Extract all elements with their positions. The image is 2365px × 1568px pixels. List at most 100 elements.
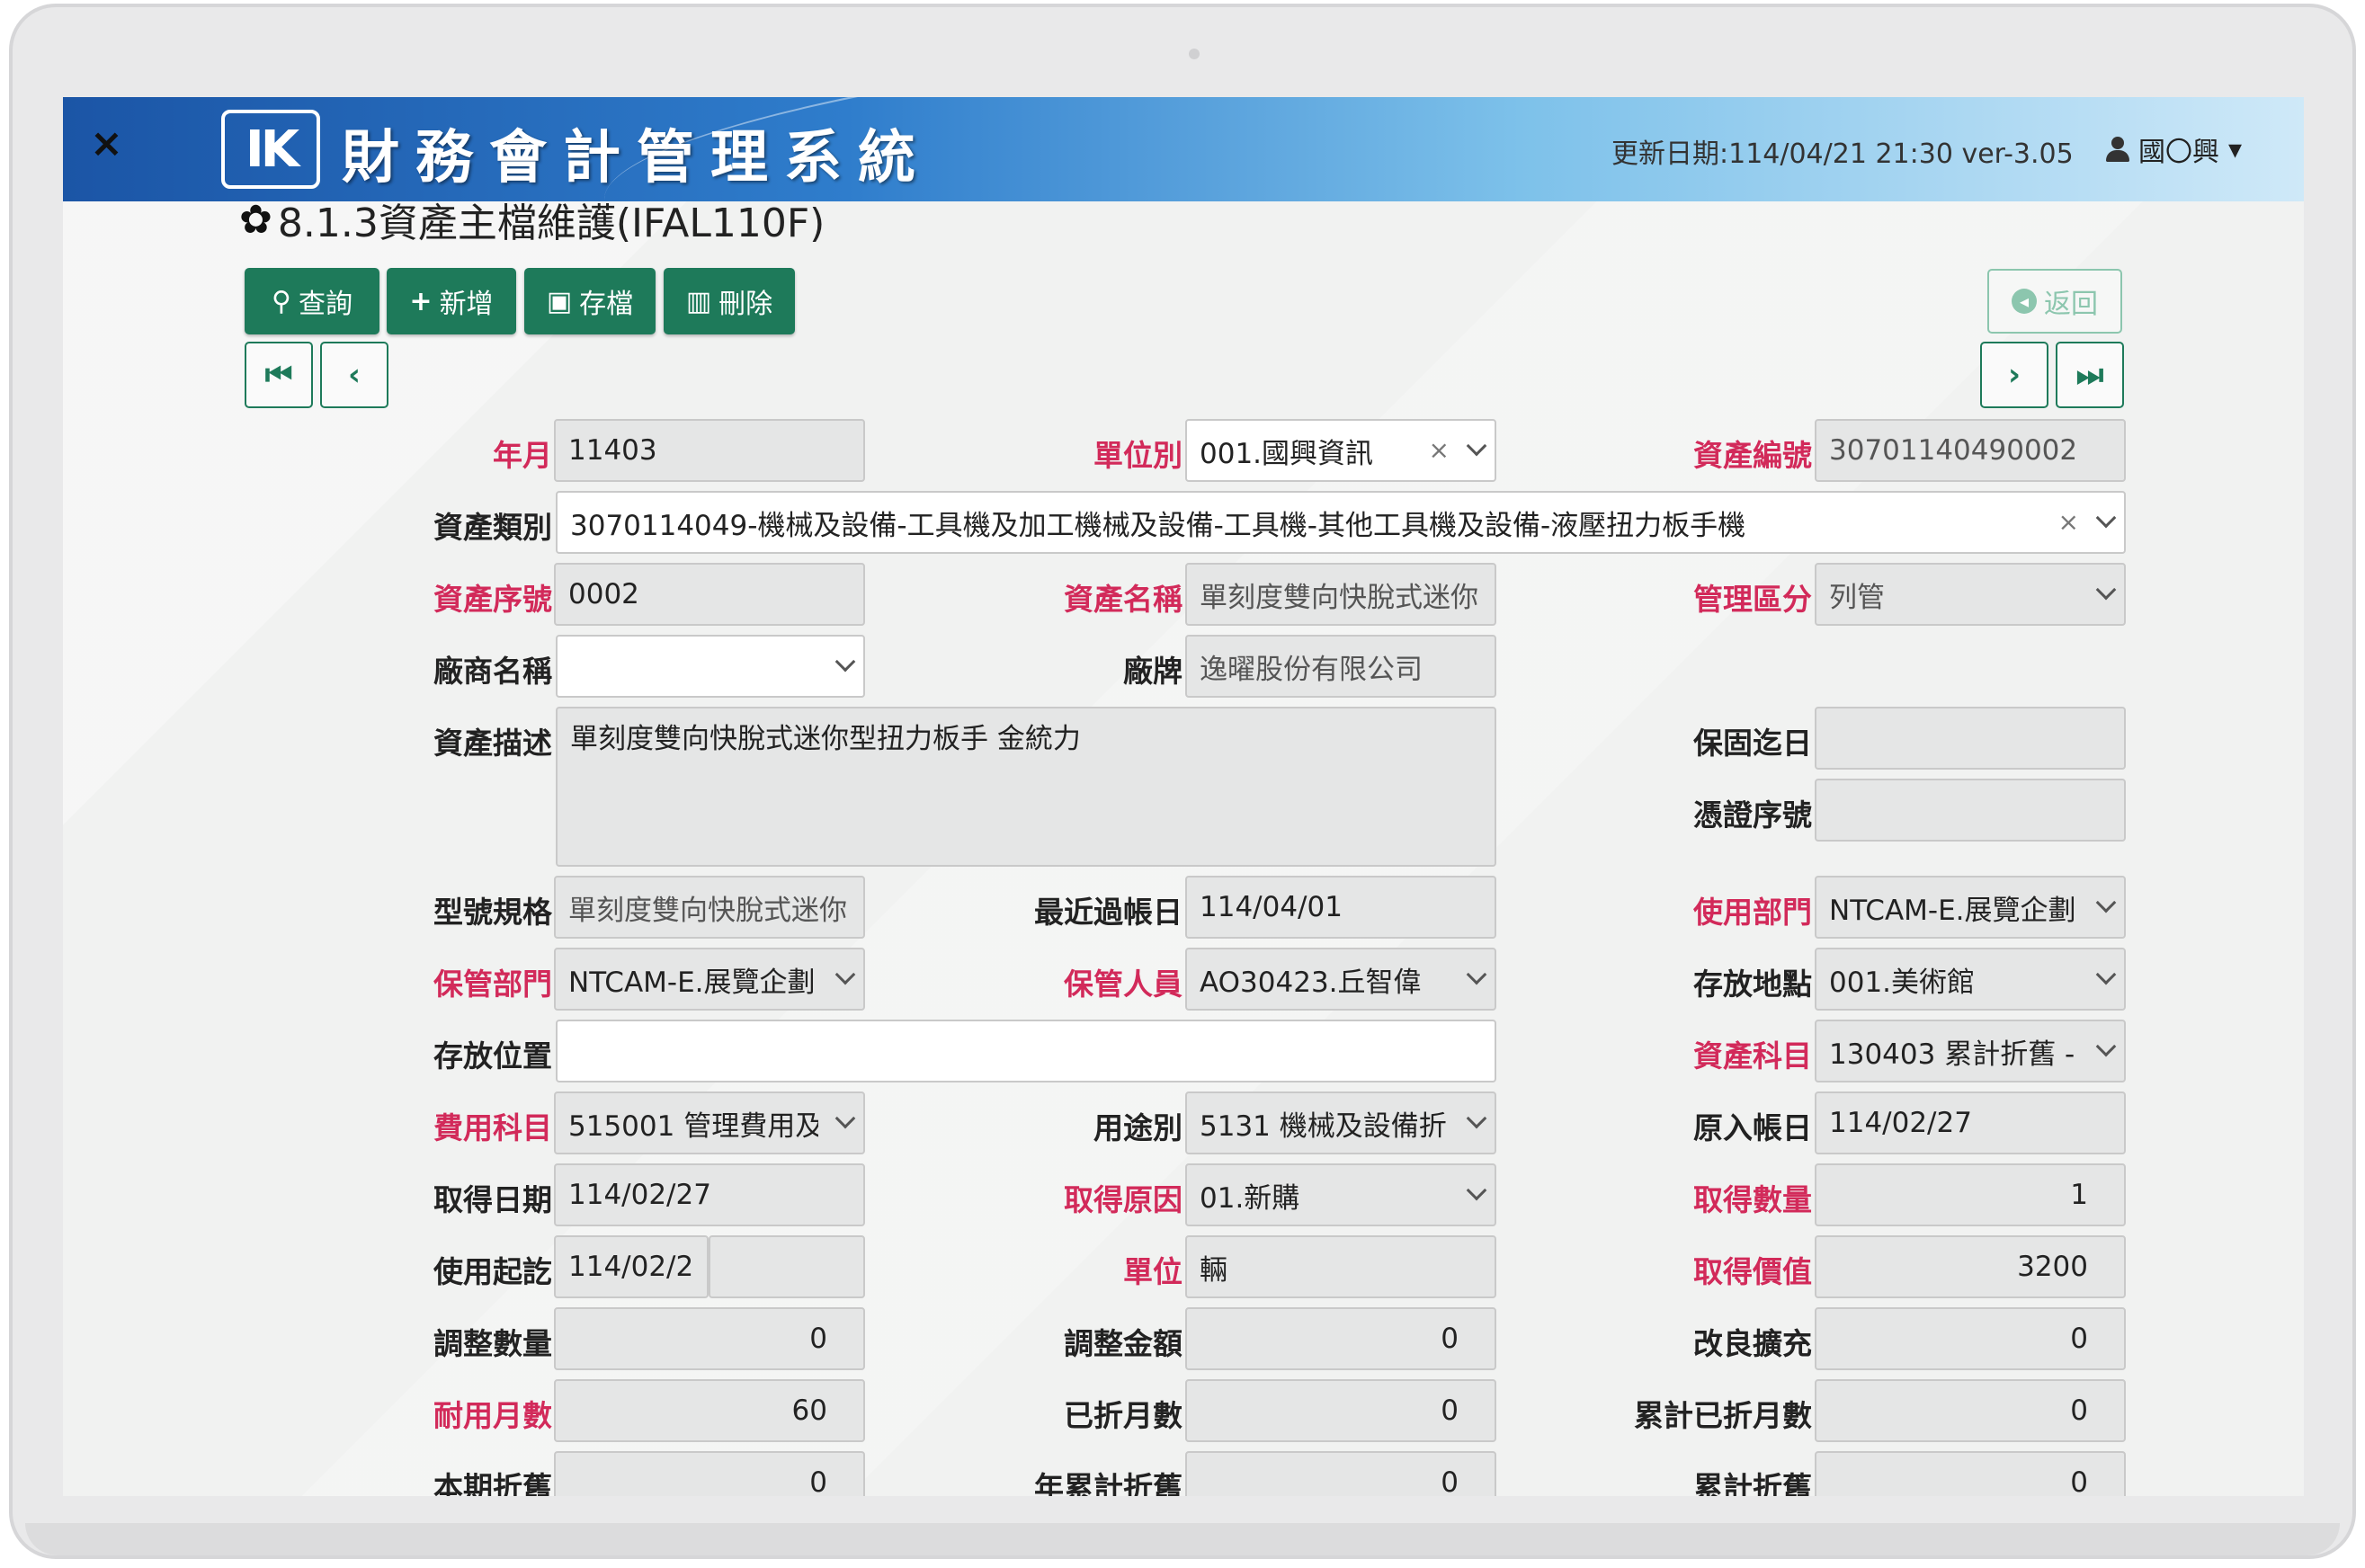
prev-record-button[interactable]: ‹	[320, 342, 388, 408]
location-field[interactable]	[556, 1020, 1496, 1082]
add-label: 新增	[439, 289, 494, 320]
voucher-field[interactable]	[1815, 779, 2126, 842]
chevron-down-icon	[1466, 1108, 1487, 1129]
close-icon[interactable]: ×	[90, 120, 123, 166]
name-field[interactable]: 單刻度雙向快脫式迷你	[1185, 563, 1496, 626]
use-dept-label: 使用部門	[1693, 895, 1812, 930]
acq-value-field[interactable]: 3200	[1815, 1235, 2126, 1298]
chevron-down-icon	[834, 964, 856, 985]
clear-icon[interactable]: ×	[2058, 507, 2079, 537]
vendor-select[interactable]	[556, 635, 865, 698]
life-field[interactable]: 60	[554, 1379, 865, 1442]
acq-qty-label: 取得數量	[1693, 1182, 1812, 1217]
laptop-bottom	[25, 1523, 2340, 1555]
last-record-button[interactable]: ⏭	[2056, 342, 2124, 408]
keep-dept-label: 保管部門	[433, 967, 552, 1002]
usage-select[interactable]: 5131 機械及設備折	[1185, 1091, 1496, 1154]
chevron-left-icon: ‹	[347, 357, 361, 393]
dep-months-label: 已折月數	[1064, 1398, 1182, 1433]
seq-field[interactable]: 0002	[554, 563, 865, 626]
warranty-label: 保固迄日	[1693, 726, 1812, 761]
voucher-label: 憑證序號	[1693, 797, 1812, 833]
asset-no-field[interactable]: 30701140490002	[1815, 419, 2126, 482]
desc-textarea[interactable]: 單刻度雙向快脫式迷你型扭力板手 金統力	[556, 707, 1496, 867]
storage-select[interactable]: 001.美術館	[1815, 948, 2126, 1011]
page-title-text: 8.1.3資產主檔維護(IFAL110F)	[277, 200, 826, 246]
improve-label: 改良擴充	[1693, 1326, 1812, 1361]
plus-icon: +	[409, 285, 433, 317]
camera-dot	[1189, 49, 1200, 59]
adj-amt-field[interactable]: 0	[1185, 1307, 1496, 1370]
ytd-dep-label: 年累計折舊	[1034, 1470, 1182, 1496]
save-button[interactable]: ▣ 存檔	[524, 268, 656, 334]
update-info: 更新日期:114/04/21 21:30 ver-3.05	[1611, 138, 2074, 170]
acq-qty-field[interactable]: 1	[1815, 1163, 2126, 1226]
user-icon	[2106, 137, 2129, 162]
caret-down-icon: ▾	[2228, 133, 2243, 165]
acc-dep-field[interactable]: 0	[1815, 1451, 2126, 1496]
use-end-field[interactable]	[709, 1235, 865, 1298]
uom-field[interactable]: 輛	[1185, 1235, 1496, 1298]
period-dep-label: 本期折舊	[433, 1470, 552, 1496]
asset-no-label: 資產編號	[1693, 438, 1812, 473]
uom-label: 單位	[1123, 1254, 1182, 1289]
next-record-button[interactable]: ›	[1980, 342, 2048, 408]
location-label: 存放位置	[433, 1038, 552, 1074]
acc-dep-months-label: 累計已折月數	[1634, 1398, 1812, 1433]
life-label: 耐用月數	[433, 1398, 552, 1433]
expense-acct-select[interactable]: 515001 管理費用及	[554, 1091, 865, 1154]
first-record-button[interactable]: ⏮	[245, 342, 313, 408]
unit-select[interactable]: 001.國興資訊 ×	[1185, 419, 1496, 482]
warranty-field[interactable]	[1815, 707, 2126, 770]
brand-field[interactable]: 逸曜股份有限公司	[1185, 635, 1496, 698]
back-button[interactable]: ◂ 返回	[1987, 269, 2122, 334]
keeper-select[interactable]: AO30423.丘智偉	[1185, 948, 1496, 1011]
usage-label: 用途別	[1093, 1110, 1182, 1145]
chevron-down-icon	[2095, 507, 2117, 529]
clear-icon[interactable]: ×	[1429, 435, 1450, 465]
period-dep-field[interactable]: 0	[554, 1451, 865, 1496]
chevron-down-icon	[1466, 435, 1487, 457]
yearmonth-label: 年月	[493, 438, 552, 473]
asset-acct-select[interactable]: 130403 累計折舊 -	[1815, 1020, 2126, 1082]
acq-reason-select[interactable]: 01.新購	[1185, 1163, 1496, 1226]
back-label: 返回	[2044, 289, 2098, 320]
model-field[interactable]: 單刻度雙向快脫式迷你	[554, 876, 865, 939]
keeper-label: 保管人員	[1064, 967, 1182, 1002]
asset-acct-label: 資產科目	[1693, 1038, 1812, 1074]
acc-dep-months-field[interactable]: 0	[1815, 1379, 2126, 1442]
chevron-down-icon	[2095, 579, 2117, 601]
mgmt-select[interactable]: 列管	[1815, 563, 2126, 626]
dep-months-field[interactable]: 0	[1185, 1379, 1496, 1442]
add-button[interactable]: + 新增	[387, 268, 516, 334]
company-logo: IK	[221, 110, 320, 189]
acq-reason-label: 取得原因	[1064, 1182, 1182, 1217]
trash-icon: ▥	[685, 285, 712, 317]
chevron-down-icon	[1466, 1180, 1487, 1201]
orig-post-field[interactable]: 114/02/27	[1815, 1091, 2126, 1154]
first-icon: ⏮	[264, 357, 293, 393]
use-period-label: 使用起訖	[433, 1254, 552, 1289]
use-dept-select[interactable]: NTCAM-E.展覽企劃	[1815, 876, 2126, 939]
keep-dept-select[interactable]: NTCAM-E.展覽企劃	[554, 948, 865, 1011]
user-menu[interactable]: 國〇興 ▾	[2106, 129, 2242, 169]
mgmt-label: 管理區分	[1693, 582, 1812, 617]
use-start-field[interactable]: 114/02/27	[554, 1235, 709, 1298]
storage-label: 存放地點	[1693, 967, 1812, 1002]
yearmonth-field[interactable]: 11403	[554, 419, 865, 482]
last-post-field[interactable]: 114/04/01	[1185, 876, 1496, 939]
brand-label: 廠牌	[1123, 654, 1182, 689]
chevron-down-icon	[834, 651, 856, 673]
chevron-down-icon	[2095, 964, 2117, 985]
query-button[interactable]: ⚲ 查詢	[245, 268, 379, 334]
gear-icon: ✿	[239, 196, 272, 243]
chevron-right-icon: ›	[2007, 357, 2021, 393]
ytd-dep-field[interactable]: 0	[1185, 1451, 1496, 1496]
chevron-down-icon	[2095, 1036, 2117, 1057]
improve-field[interactable]: 0	[1815, 1307, 2126, 1370]
category-select[interactable]: 3070114049-機械及設備-工具機及加工機械及設備-工具機-其他工具機及設…	[556, 491, 2126, 554]
acq-date-label: 取得日期	[433, 1182, 552, 1217]
acq-date-field[interactable]: 114/02/27	[554, 1163, 865, 1226]
delete-button[interactable]: ▥ 刪除	[664, 268, 795, 334]
adj-qty-field[interactable]: 0	[554, 1307, 865, 1370]
